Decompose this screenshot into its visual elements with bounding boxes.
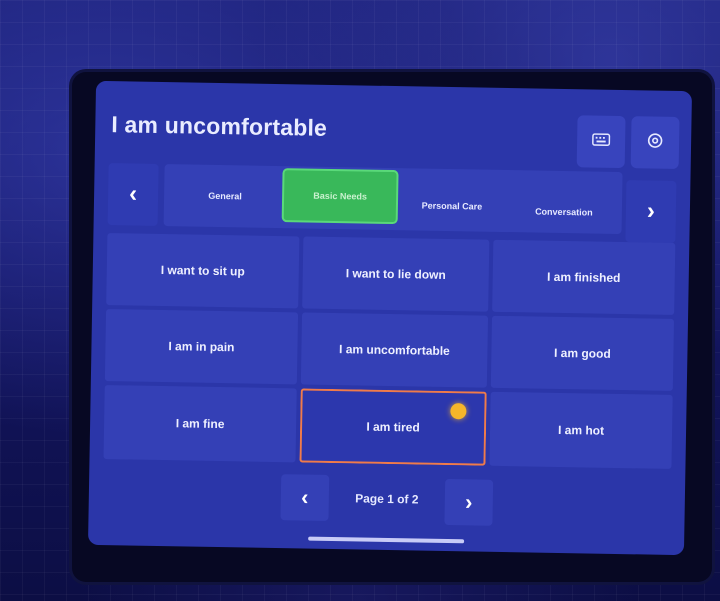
page-title: I am uncomfortable: [111, 111, 328, 141]
category-tabs: ‹ General Basic Needs Personal Care Conv…: [107, 163, 677, 243]
chevron-right-icon: ›: [646, 197, 656, 225]
keyboard-button[interactable]: [576, 115, 626, 169]
aac-panel: I am uncomfortable ‹ General Basic Needs…: [87, 80, 693, 556]
tab-personal-care[interactable]: Personal Care: [399, 174, 504, 238]
prev-page-button[interactable]: ‹: [280, 474, 330, 521]
phrase-button[interactable]: I am in pain: [104, 309, 299, 385]
chevron-left-icon: ‹: [128, 180, 138, 208]
page-indicator: Page 1 of 2: [355, 491, 419, 507]
pagination: ‹ Page 1 of 2 ›: [280, 474, 494, 526]
phrase-button[interactable]: I am good: [490, 315, 675, 391]
gear-icon: [644, 129, 666, 156]
phrase-grid: I want to sit up I want to lie down I am…: [103, 233, 676, 473]
keyboard-icon: [590, 128, 612, 155]
tabs-prev-button[interactable]: ‹: [107, 163, 159, 226]
settings-button[interactable]: [630, 116, 680, 170]
phrase-button[interactable]: I am fine: [103, 385, 297, 463]
phrase-label: I am tired: [366, 419, 420, 435]
chevron-right-icon: ›: [464, 489, 473, 515]
phrase-button[interactable]: I am hot: [489, 391, 673, 469]
phrase-button[interactable]: I want to lie down: [302, 236, 490, 312]
gaze-cursor-dot: [450, 403, 467, 420]
chevron-left-icon: ‹: [300, 484, 309, 510]
home-indicator[interactable]: [308, 536, 465, 544]
phrase-button-selected[interactable]: I am tired: [299, 388, 487, 466]
tab-strip: General Basic Needs Personal Care Conver…: [163, 164, 623, 235]
tab-conversation[interactable]: Conversation: [509, 180, 618, 244]
phrase-button[interactable]: I am finished: [492, 239, 676, 315]
tabs-next-button[interactable]: ›: [625, 180, 677, 243]
tab-general[interactable]: General: [170, 164, 281, 228]
phrase-button[interactable]: I am uncomfortable: [300, 312, 489, 388]
phrase-button[interactable]: I want to sit up: [106, 233, 300, 309]
panel-header: I am uncomfortable: [95, 81, 692, 170]
tab-basic-needs[interactable]: Basic Needs: [283, 170, 397, 223]
next-page-button[interactable]: ›: [444, 478, 494, 526]
